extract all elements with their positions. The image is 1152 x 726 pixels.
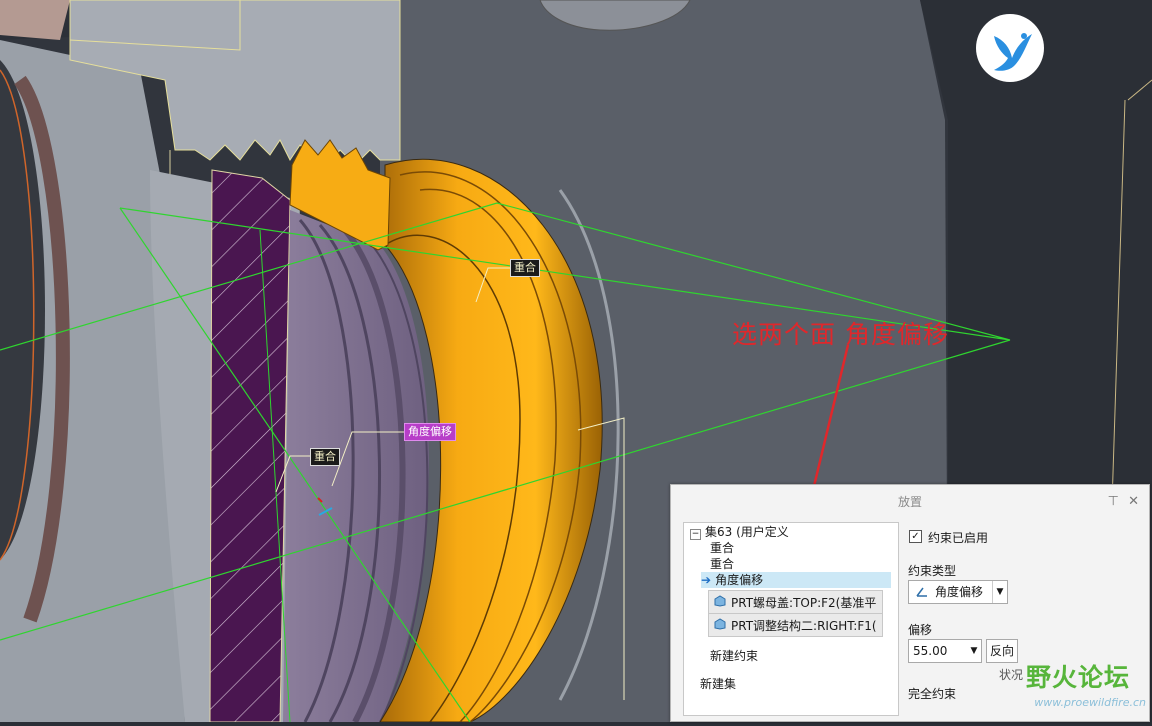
constraint-type-label: 约束类型 bbox=[908, 564, 957, 578]
tree-item-constraint-selected[interactable]: ➔ 角度偏移 bbox=[701, 572, 891, 588]
constraint-type-value: 角度偏移 bbox=[935, 585, 984, 599]
reference-item[interactable]: PRT螺母盖:TOP:F2(基准平 bbox=[708, 590, 883, 614]
offset-input[interactable]: 55.00 ▼ bbox=[908, 639, 982, 663]
tree-item-set[interactable]: − 集63 (用户定义 bbox=[690, 524, 789, 540]
constraint-tag-angle-offset[interactable]: 角度偏移 bbox=[404, 423, 456, 441]
tree-selected-label: 角度偏移 bbox=[715, 573, 764, 587]
tree-item-constraint[interactable]: 重合 bbox=[710, 540, 734, 556]
constraint-tag-coincident[interactable]: 重合 bbox=[510, 259, 540, 277]
flip-button[interactable]: 反向 bbox=[986, 639, 1018, 663]
part-icon bbox=[714, 618, 726, 630]
panel-title: 放置 bbox=[897, 495, 922, 509]
offset-label: 偏移 bbox=[908, 623, 933, 637]
close-icon[interactable]: ✕ bbox=[1128, 494, 1139, 509]
tree-item-constraint[interactable]: 重合 bbox=[710, 556, 734, 572]
angle-offset-icon bbox=[916, 587, 927, 597]
reference-item[interactable]: PRT调整结构二:RIGHT:F1( bbox=[708, 613, 883, 637]
arrow-right-icon: ➔ bbox=[701, 573, 712, 587]
constraint-tree[interactable]: − 集63 (用户定义 重合 重合 ➔ 角度偏移 PRT螺母盖:TOP:F2(基准平… bbox=[683, 522, 899, 716]
enabled-label: 约束已启用 bbox=[928, 531, 989, 545]
part-icon bbox=[714, 595, 726, 607]
reference-label: PRT螺母盖:TOP:F2(基准平 bbox=[731, 596, 877, 610]
reference-label: PRT调整结构二:RIGHT:F1( bbox=[731, 619, 877, 633]
watermark-url: www.proewildfire.cn bbox=[1034, 696, 1146, 709]
status-label: 状况 bbox=[999, 668, 1024, 682]
collapse-icon[interactable]: − bbox=[690, 529, 701, 540]
bird-logo-icon bbox=[976, 14, 1044, 82]
watermark: 野火论坛 bbox=[1025, 663, 1130, 692]
offset-value: 55.00 bbox=[913, 644, 948, 658]
status-value: 完全约束 bbox=[908, 687, 957, 701]
new-set-link[interactable]: 新建集 bbox=[700, 676, 736, 692]
new-constraint-link[interactable]: 新建约束 bbox=[710, 648, 758, 664]
pin-icon[interactable]: ⊤ bbox=[1108, 494, 1119, 509]
tree-set-label: 集63 (用户定义 bbox=[705, 525, 789, 539]
constraint-type-select[interactable]: 角度偏移 ▼ bbox=[908, 580, 1008, 604]
enabled-checkbox[interactable]: ✓ bbox=[909, 530, 922, 543]
chevron-down-icon[interactable]: ▼ bbox=[967, 640, 981, 662]
annotation-text: 选两个面 角度偏移 bbox=[732, 320, 949, 349]
chevron-down-icon[interactable]: ▼ bbox=[992, 581, 1007, 603]
constraint-tag-coincident[interactable]: 重合 bbox=[310, 448, 340, 466]
